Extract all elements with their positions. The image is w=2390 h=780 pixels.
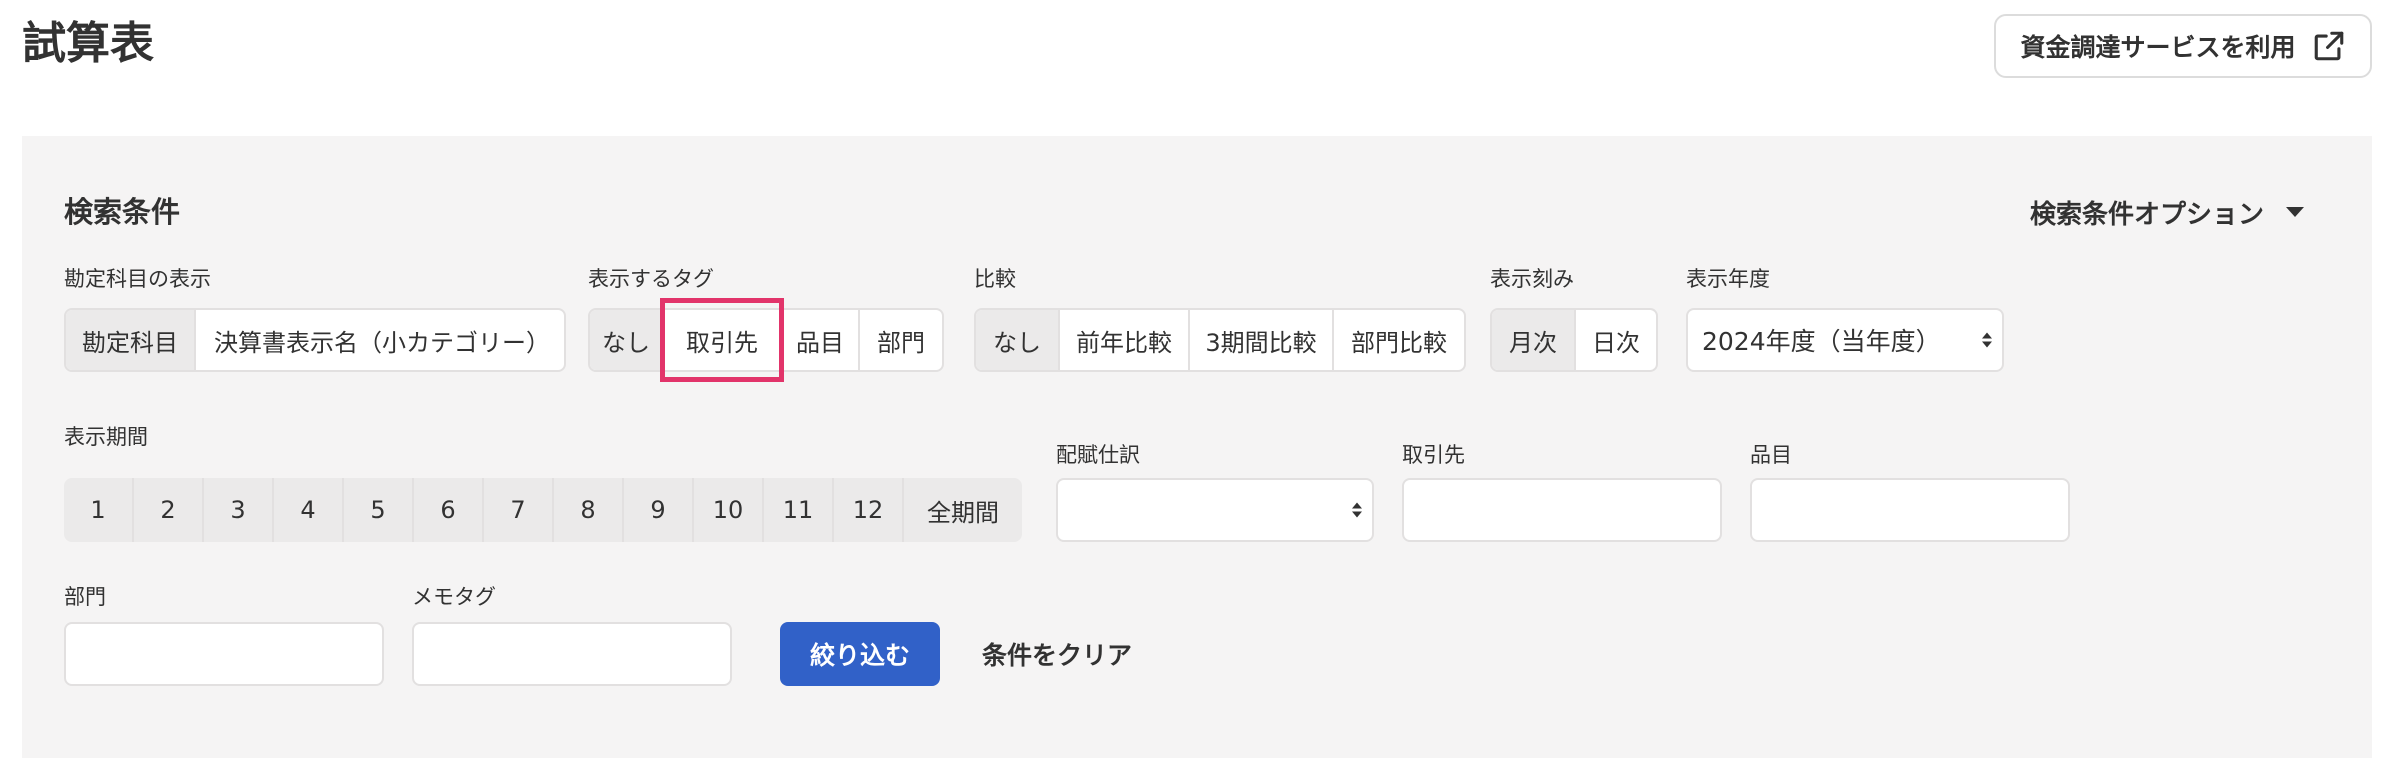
tag-option-department[interactable]: 部門 [860,310,942,370]
compare-option-prev-year[interactable]: 前年比較 [1060,310,1190,370]
compare-label: 比較 [974,267,1016,291]
partner-label: 取引先 [1402,443,1465,467]
step-label: 表示刻み [1490,267,1574,291]
select-arrows-icon [1982,332,1992,348]
period-option-12[interactable]: 12 [834,478,904,542]
period-option-6[interactable]: 6 [414,478,484,542]
search-panel-title: 検索条件 [64,195,181,229]
select-arrows-icon [1352,502,1362,518]
step-segment: 月次 日次 [1490,308,1658,372]
compare-option-3-periods[interactable]: 3期間比較 [1190,310,1334,370]
period-option-2[interactable]: 2 [134,478,204,542]
page-title: 試算表 [22,18,154,69]
department-label: 部門 [64,585,106,609]
compare-option-none[interactable]: なし [976,310,1060,370]
step-option-monthly[interactable]: 月次 [1492,310,1576,370]
tag-option-partner[interactable]: 取引先 [660,298,784,382]
tag-display-label: 表示するタグ [588,267,714,291]
account-display-option-account[interactable]: 勘定科目 [66,310,196,370]
compare-segment: なし 前年比較 3期間比較 部門比較 [974,308,1466,372]
tag-display-segment: なし 取引先 品目 部門 [588,298,944,382]
period-option-4[interactable]: 4 [274,478,344,542]
period-segment: 1 2 3 4 5 6 7 8 9 10 11 12 全期間 [64,478,1022,542]
period-option-5[interactable]: 5 [344,478,414,542]
search-options-toggle[interactable]: 検索条件オプション [2030,192,2305,232]
partner-input[interactable] [1402,478,1722,542]
department-input[interactable] [64,622,384,686]
funding-service-button[interactable]: 資金調達サービスを利用 [1994,14,2372,78]
item-label: 品目 [1750,443,1792,467]
period-option-8[interactable]: 8 [554,478,624,542]
period-option-all[interactable]: 全期間 [904,478,1022,542]
period-option-10[interactable]: 10 [694,478,764,542]
funding-button-label: 資金調達サービスを利用 [2020,33,2296,62]
period-option-1[interactable]: 1 [64,478,134,542]
fiscal-year-select[interactable]: 2024年度（当年度） [1686,308,2004,372]
fiscal-year-value: 2024年度（当年度） [1702,327,1941,356]
account-display-option-statement-name[interactable]: 決算書表示名（小カテゴリー） [196,310,564,370]
tag-option-item[interactable]: 品目 [782,310,860,370]
account-display-segment: 勘定科目 決算書表示名（小カテゴリー） [64,308,566,372]
clear-conditions-button[interactable]: 条件をクリア [982,622,1132,686]
account-display-label: 勘定科目の表示 [64,267,211,291]
external-link-icon [2314,31,2343,61]
tag-option-none[interactable]: なし [590,310,664,370]
period-option-7[interactable]: 7 [484,478,554,542]
compare-option-department[interactable]: 部門比較 [1334,310,1464,370]
memo-tag-input[interactable] [412,622,732,686]
search-panel: 検索条件 検索条件オプション 勘定科目の表示 勘定科目 決算書表示名（小カテゴリ… [22,136,2372,758]
filter-button[interactable]: 絞り込む [780,622,940,686]
period-label: 表示期間 [64,425,148,449]
step-option-daily[interactable]: 日次 [1576,310,1656,370]
period-option-3[interactable]: 3 [204,478,274,542]
caret-down-icon [2286,207,2305,217]
allocation-select[interactable] [1056,478,1374,542]
item-input[interactable] [1750,478,2070,542]
memo-tag-label: メモタグ [412,585,496,609]
search-options-label: 検索条件オプション [2030,199,2265,230]
fiscal-year-label: 表示年度 [1686,267,1770,291]
period-option-9[interactable]: 9 [624,478,694,542]
period-option-11[interactable]: 11 [764,478,834,542]
allocation-label: 配賦仕訳 [1056,443,1140,467]
